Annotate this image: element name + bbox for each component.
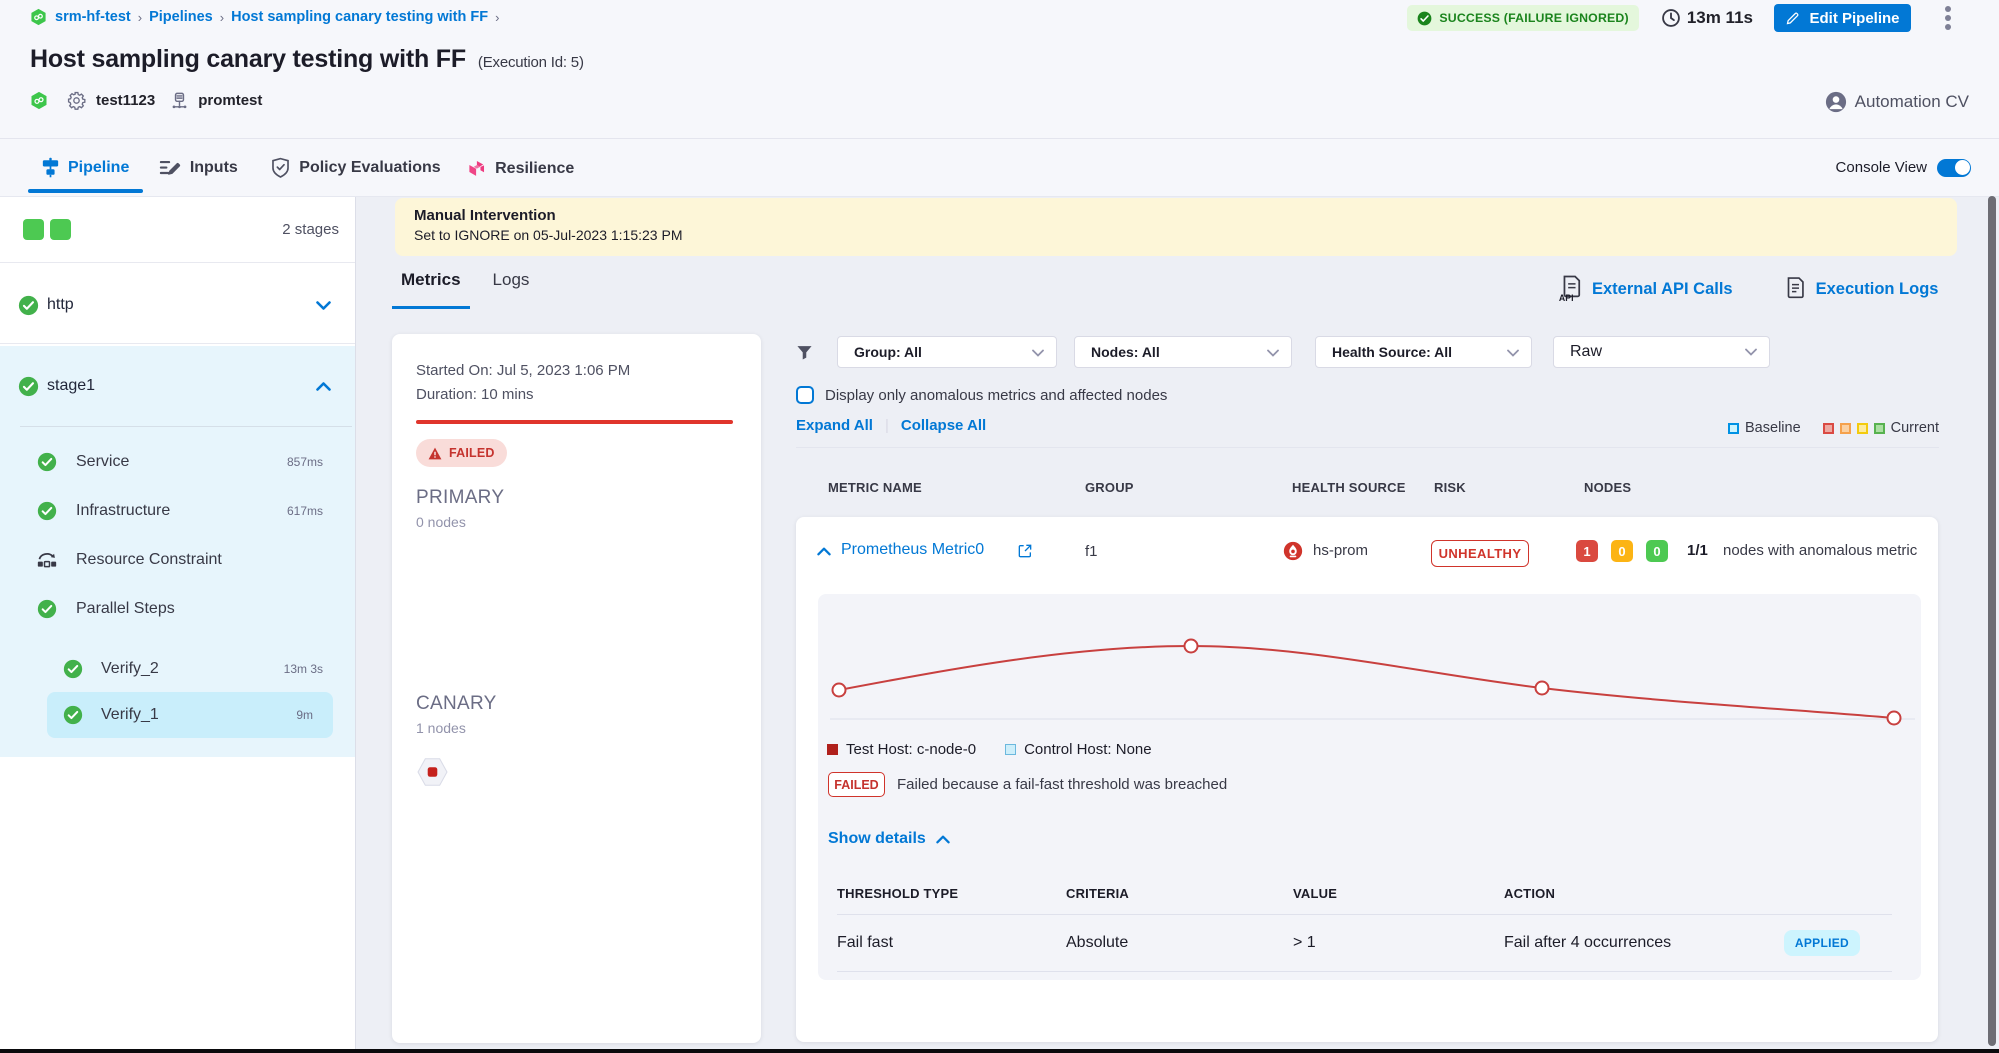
svg-text:API: API (1559, 292, 1574, 301)
